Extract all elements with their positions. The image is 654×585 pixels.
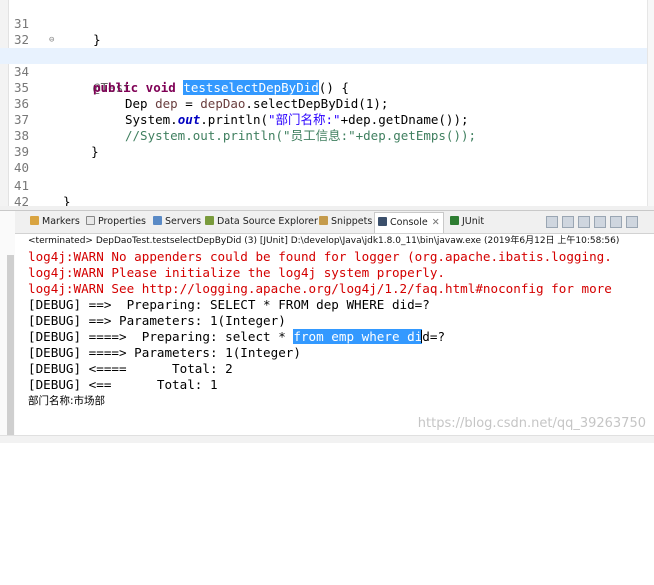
code-line[interactable]: 38 } <box>0 112 648 159</box>
console-line: [DEBUG] <== Total: 1 <box>28 377 218 392</box>
code-line[interactable]: 31 } <box>0 0 648 47</box>
console-panel: Markers Properties Servers Data Source E… <box>0 210 654 443</box>
code-line[interactable]: 33 ⊖ @Test <box>0 32 648 95</box>
remove-launch-button[interactable] <box>546 216 558 228</box>
selected-text[interactable]: from emp where di <box>293 329 423 344</box>
code-editor[interactable]: 31 } 32 33 ⊖ @Test 34 public void testse… <box>0 0 654 210</box>
tab-label: Snippets <box>331 216 373 227</box>
junit-icon <box>450 216 459 225</box>
tab-properties[interactable]: Properties <box>86 215 146 229</box>
markers-icon <box>30 216 39 225</box>
tab-label: Properties <box>98 216 147 227</box>
data-source-icon <box>205 216 214 225</box>
tab-servers[interactable]: Servers <box>153 215 201 229</box>
properties-icon <box>86 216 95 225</box>
console-line-output: 部门名称:市场部 <box>28 395 106 407</box>
code-line[interactable]: 42 <box>0 178 648 209</box>
code-line[interactable]: 32 <box>0 16 648 47</box>
code-line[interactable]: 36 System.out.println("部门名称:"+dep.getDna… <box>0 80 648 127</box>
code-line-current[interactable]: 34 public void testselectDepByDid() { <box>0 48 648 95</box>
console-line-warning: log4j:WARN Please initialize the log4j s… <box>28 265 446 280</box>
watermark-text: https://blog.csdn.net/qq_39263750 <box>417 416 646 431</box>
code-line[interactable]: 35 Dep dep = depDao.selectDepByDid(1); <box>0 64 648 111</box>
console-line: [DEBUG] ====> Parameters: 1(Integer) <box>28 345 301 360</box>
console-line: [DEBUG] ==> Parameters: 1(Integer) <box>28 313 286 328</box>
console-line-warning: log4j:WARN No appenders could be found f… <box>28 249 612 264</box>
code-line[interactable]: 40 <box>0 144 648 175</box>
tab-label: Data Source Explorer <box>217 216 318 227</box>
code-line[interactable]: 41 } <box>0 162 648 209</box>
snippets-icon <box>319 216 328 225</box>
tab-data-source-explorer[interactable]: Data Source Explorer <box>205 215 318 229</box>
open-console-button[interactable] <box>626 216 638 228</box>
console-icon <box>378 217 387 226</box>
console-output[interactable]: log4j:WARN No appenders could be found f… <box>0 249 654 443</box>
code-line[interactable]: 39 <box>0 128 648 159</box>
clear-console-button[interactable] <box>562 216 574 228</box>
tab-label: JUnit <box>462 216 485 227</box>
tab-label: Servers <box>165 216 202 227</box>
console-launch-status: <terminated> DepDaoTest.testselectDepByD… <box>28 236 620 246</box>
console-line: [DEBUG] ==> Preparing: SELECT * FROM dep… <box>28 297 430 312</box>
pin-console-button[interactable] <box>594 216 606 228</box>
tab-snippets[interactable]: Snippets <box>319 215 372 229</box>
scroll-lock-button[interactable] <box>578 216 590 228</box>
console-text: d=? <box>422 329 446 344</box>
console-line-warning: log4j:WARN See http://logging.apache.org… <box>28 281 612 296</box>
tab-label: Console <box>390 217 428 228</box>
close-icon[interactable]: ✕ <box>432 217 440 228</box>
tab-console[interactable]: Console ✕ <box>374 212 444 233</box>
console-line: [DEBUG] ====> Preparing: select * from e… <box>28 329 445 345</box>
tab-junit[interactable]: JUnit <box>450 215 484 229</box>
servers-icon <box>153 216 162 225</box>
overview-ruler[interactable] <box>647 0 654 210</box>
code-line[interactable]: 37 //System.out.println("员工信息:"+dep.getE… <box>0 96 648 143</box>
fold-collapse-icon[interactable]: ⊖ <box>49 32 54 48</box>
display-console-button[interactable] <box>610 216 622 228</box>
console-text: [DEBUG] ====> Preparing: select * <box>28 329 294 344</box>
tab-label: Markers <box>42 216 80 227</box>
console-line: [DEBUG] <==== Total: 2 <box>28 361 233 376</box>
tab-markers[interactable]: Markers <box>30 215 80 229</box>
view-tab-bar: Markers Properties Servers Data Source E… <box>0 211 654 234</box>
